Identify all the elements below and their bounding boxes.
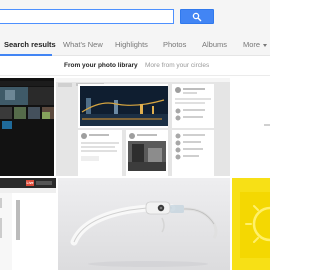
- photo-thumbnail-partial[interactable]: [232, 78, 270, 176]
- tab-more[interactable]: More: [243, 40, 268, 49]
- tab-more-label: More: [243, 40, 261, 49]
- tab-highlights[interactable]: Highlights: [115, 40, 148, 49]
- hangout-screenshot-image: [0, 78, 54, 176]
- subtab-your-circles[interactable]: More from your circles: [145, 62, 209, 69]
- photo-thumbnail-gplus-post[interactable]: [56, 78, 230, 176]
- gplus-post-screenshot-image: [56, 78, 230, 176]
- photo-grid: Live: [0, 78, 270, 270]
- search-button[interactable]: [180, 9, 214, 24]
- tab-photos[interactable]: Photos: [163, 40, 186, 49]
- tab-whats-new[interactable]: What's New: [63, 40, 103, 49]
- search-input[interactable]: [0, 9, 174, 24]
- search-bar: [0, 0, 270, 36]
- google-glass-image: [58, 178, 230, 270]
- photo-thumbnail-sun[interactable]: [232, 178, 270, 270]
- partial-screenshot-image: [232, 78, 270, 176]
- sun-icon: [232, 178, 270, 270]
- chevron-down-icon: [263, 43, 268, 47]
- search-icon: [192, 12, 202, 21]
- tab-search-results[interactable]: Search results: [4, 40, 56, 49]
- photo-thumbnail-document[interactable]: Live: [0, 178, 56, 270]
- live-badge: Live: [26, 181, 34, 185]
- photo-thumbnail-glass[interactable]: [58, 178, 230, 270]
- photo-source-tabs: From your photo library More from your c…: [0, 56, 270, 76]
- tab-albums[interactable]: Albums: [202, 40, 227, 49]
- photo-thumbnail-hangout[interactable]: [0, 78, 54, 176]
- subtab-photo-library[interactable]: From your photo library: [64, 62, 138, 69]
- main-tabs: Search results What's New Highlights Pho…: [0, 36, 270, 56]
- document-screenshot-image: [0, 178, 56, 270]
